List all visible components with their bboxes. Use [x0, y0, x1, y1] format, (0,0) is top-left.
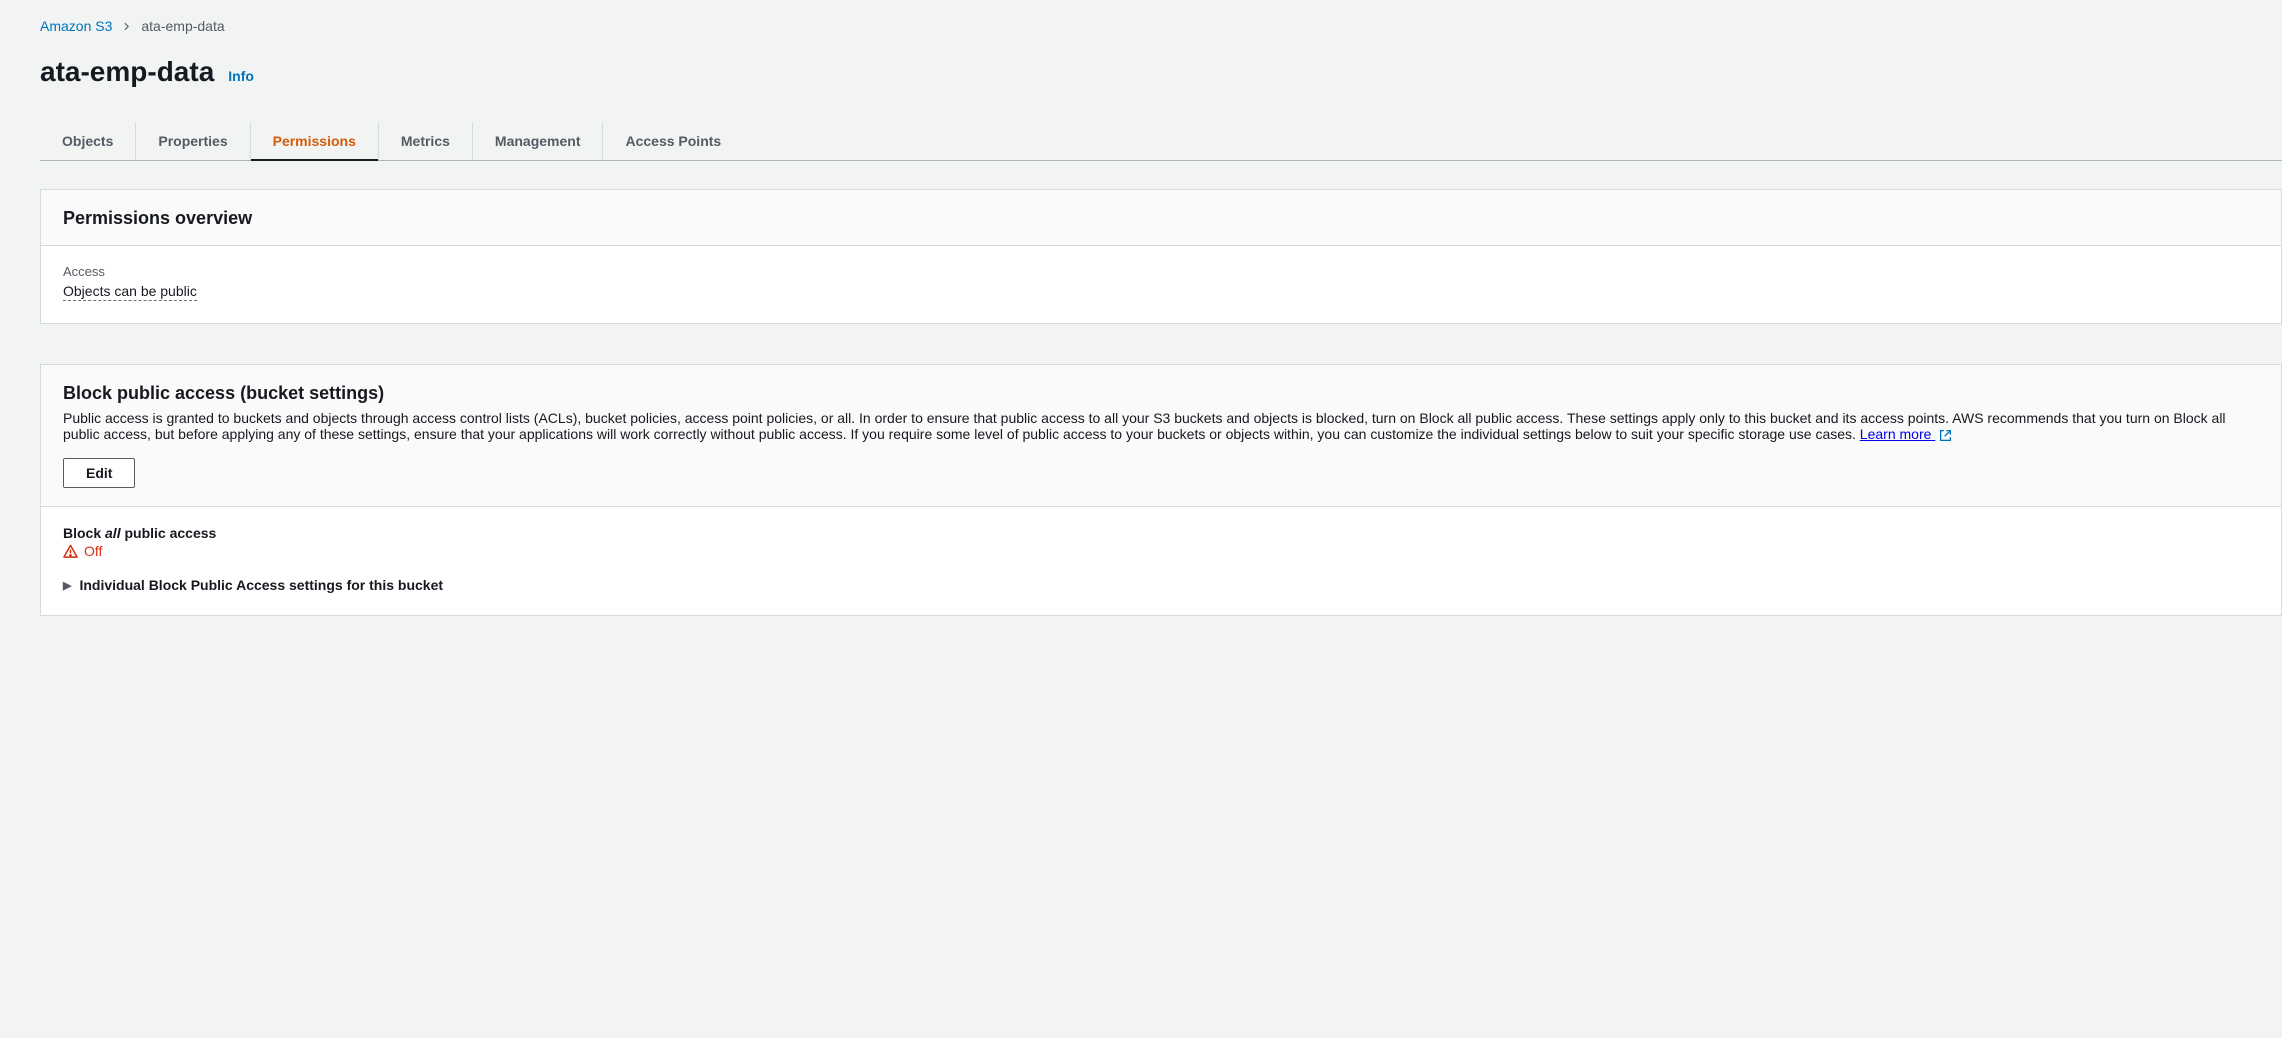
access-label: Access: [63, 264, 2259, 279]
block-public-header: Block public access (bucket settings) Pu…: [41, 365, 2281, 507]
tab-management[interactable]: Management: [473, 122, 604, 160]
learn-more-link[interactable]: Learn more: [1860, 426, 1952, 442]
learn-more-label: Learn more: [1860, 426, 1932, 442]
tab-objects[interactable]: Objects: [40, 122, 136, 160]
edit-button[interactable]: Edit: [63, 458, 135, 488]
access-value: Objects can be public: [63, 283, 197, 301]
block-public-access-panel: Block public access (bucket settings) Pu…: [40, 364, 2282, 616]
individual-settings-label: Individual Block Public Access settings …: [79, 577, 443, 593]
block-all-status-text: Off: [84, 543, 102, 559]
block-all-prefix: Block: [63, 525, 105, 541]
block-all-em: all: [105, 525, 121, 541]
permissions-overview-heading: Permissions overview: [63, 208, 2259, 229]
tab-permissions[interactable]: Permissions: [251, 122, 379, 160]
external-link-icon: [1939, 429, 1952, 442]
triangle-right-icon: ▶: [63, 579, 71, 592]
warning-icon: [63, 544, 78, 559]
tab-access-points[interactable]: Access Points: [603, 122, 743, 160]
permissions-overview-panel: Permissions overview Access Objects can …: [40, 189, 2282, 324]
tab-properties[interactable]: Properties: [136, 122, 250, 160]
block-all-suffix: public access: [121, 525, 217, 541]
breadcrumb-current: ata-emp-data: [141, 18, 224, 34]
tabs-bar: Objects Properties Permissions Metrics M…: [40, 122, 2282, 161]
breadcrumb-root-link[interactable]: Amazon S3: [40, 18, 112, 34]
breadcrumb: Amazon S3 ata-emp-data: [40, 18, 2282, 34]
block-public-body: Block all public access Off ▶ Individual…: [41, 507, 2281, 615]
block-public-description: Public access is granted to buckets and …: [63, 410, 2259, 442]
page-title-row: ata-emp-data Info: [40, 56, 2282, 88]
block-all-public-access-label: Block all public access: [63, 525, 2259, 541]
individual-settings-expander[interactable]: ▶ Individual Block Public Access setting…: [63, 577, 2259, 593]
block-public-heading: Block public access (bucket settings): [63, 383, 2259, 404]
tab-metrics[interactable]: Metrics: [379, 122, 473, 160]
permissions-overview-header: Permissions overview: [41, 190, 2281, 246]
page-title: ata-emp-data: [40, 56, 214, 88]
chevron-right-icon: [122, 18, 131, 34]
info-link[interactable]: Info: [228, 68, 254, 84]
block-all-status: Off: [63, 543, 2259, 559]
permissions-overview-body: Access Objects can be public: [41, 246, 2281, 323]
